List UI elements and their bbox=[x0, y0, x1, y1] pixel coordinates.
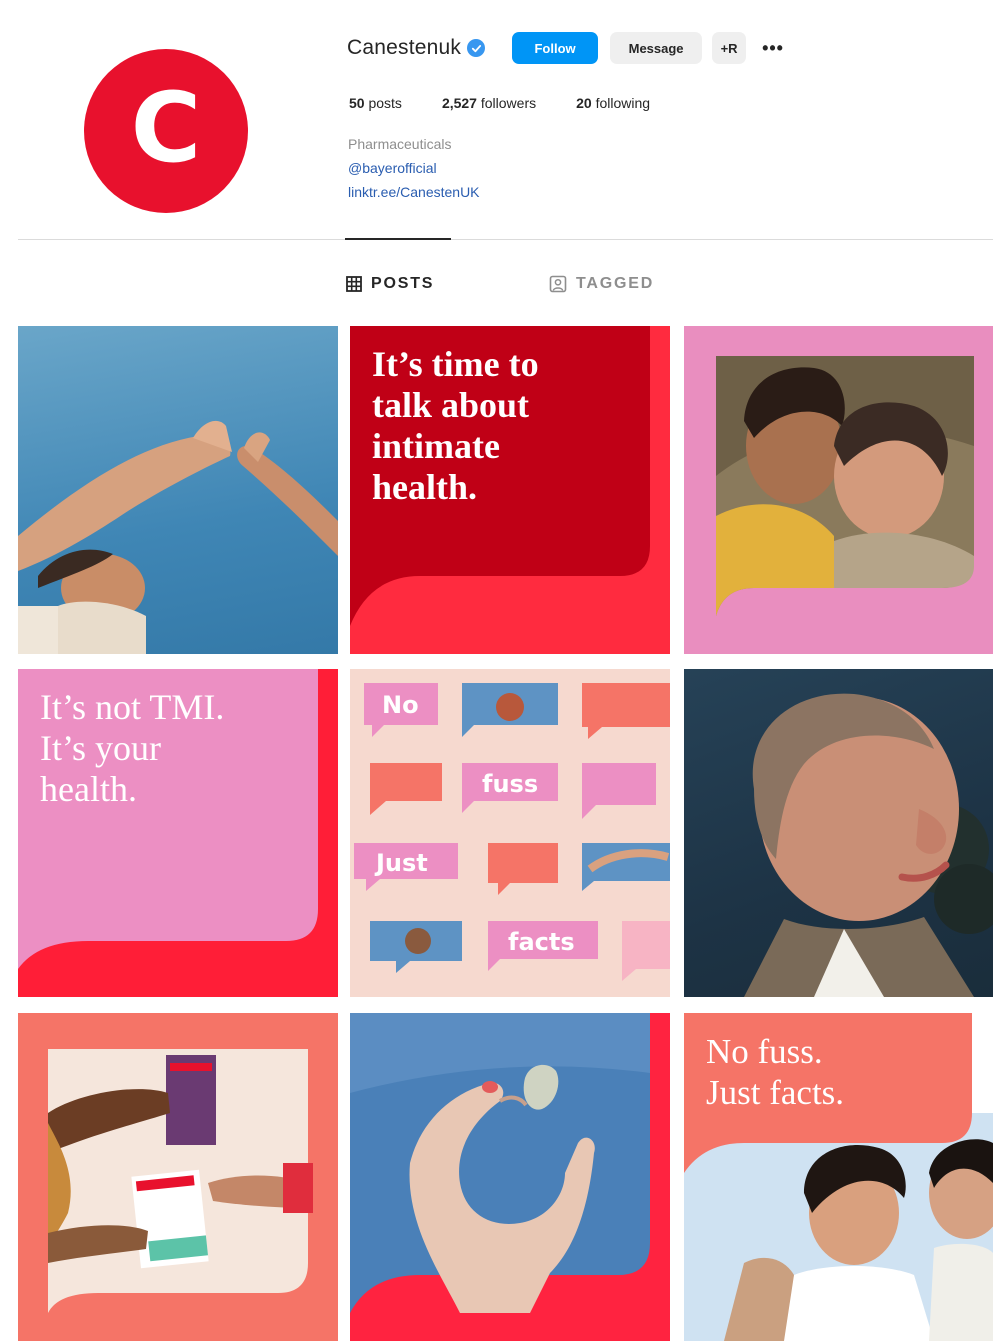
post-product-boxes[interactable] bbox=[18, 1013, 338, 1341]
bio-external-link[interactable]: linktr.ee/CanestenUK bbox=[348, 184, 480, 200]
tab-tagged[interactable]: TAGGED bbox=[549, 275, 654, 293]
headline-line: Just facts. bbox=[706, 1073, 845, 1112]
post-photo-products bbox=[48, 1049, 313, 1313]
more-options-icon[interactable]: ••• bbox=[762, 38, 784, 59]
bubble-word: fuss bbox=[482, 770, 539, 798]
followers-stat-label: followers bbox=[480, 95, 537, 111]
bubble-word: Just bbox=[376, 849, 428, 877]
posts-count: 50 bbox=[349, 95, 365, 111]
post-hands-reaching[interactable] bbox=[18, 326, 338, 654]
bio-category: Pharmaceuticals bbox=[348, 136, 452, 152]
headline-line: It’s not TMI. bbox=[40, 687, 225, 727]
profile-avatar[interactable]: C bbox=[84, 49, 248, 213]
verified-badge-icon bbox=[467, 39, 486, 57]
tab-tagged-label: TAGGED bbox=[576, 275, 655, 292]
following-stat-label: following bbox=[595, 95, 651, 111]
profile-username: Canestenuk bbox=[347, 36, 462, 59]
post-talk-intimate-health[interactable]: It’s time to talk about intimate health. bbox=[350, 326, 670, 654]
profile-stats: 50 posts 2,527 followers 20 following bbox=[349, 95, 690, 111]
post-photo-woman-sun bbox=[744, 693, 993, 997]
followers-count: 2,527 bbox=[441, 95, 477, 111]
post-headline: No fuss. Just facts. bbox=[706, 1031, 844, 1113]
bubble-word: facts bbox=[508, 928, 575, 956]
following-count: 20 bbox=[576, 95, 592, 111]
post-not-tmi[interactable]: It’s not TMI. It’s your health. bbox=[18, 669, 338, 997]
tab-posts[interactable]: POSTS bbox=[346, 275, 434, 293]
post-no-fuss-bubbles[interactable]: No fuss Just facts bbox=[350, 669, 670, 997]
profile-top-row: Canestenuk Follow Message +R ••• bbox=[347, 28, 784, 68]
followers-stat[interactable]: 2,527 followers bbox=[442, 95, 536, 111]
post-headline: It’s time to talk about intimate health. bbox=[372, 344, 539, 508]
avatar-logo-letter: C bbox=[130, 72, 202, 184]
message-button[interactable]: Message bbox=[610, 32, 703, 64]
tab-posts-label: POSTS bbox=[371, 275, 435, 292]
post-smiling-woman-portrait[interactable] bbox=[684, 669, 993, 997]
following-stat[interactable]: 20 following bbox=[576, 95, 650, 111]
tagged-user-icon bbox=[549, 275, 567, 293]
headline-line: intimate bbox=[372, 426, 500, 466]
post-hand-holding-capsule[interactable] bbox=[350, 1013, 670, 1341]
headline-line: talk about bbox=[372, 385, 530, 425]
suggested-accounts-button[interactable]: +R bbox=[712, 32, 747, 64]
posts-stat[interactable]: 50 posts bbox=[349, 95, 402, 111]
post-headline: It’s not TMI. It’s your health. bbox=[40, 687, 224, 810]
post-photo-capsule bbox=[350, 1013, 650, 1313]
posts-stat-label: posts bbox=[368, 95, 402, 111]
post-photo-hands bbox=[18, 420, 338, 654]
follow-button[interactable]: Follow bbox=[512, 32, 599, 64]
active-tab-indicator bbox=[345, 238, 451, 240]
headline-line: health. bbox=[40, 769, 137, 809]
headline-line: health. bbox=[372, 467, 478, 507]
tabs-divider bbox=[18, 239, 993, 240]
post-no-fuss-just-facts[interactable]: No fuss. Just facts. bbox=[684, 1013, 993, 1341]
headline-line: No fuss. bbox=[706, 1032, 823, 1071]
post-two-women-portrait[interactable] bbox=[684, 326, 993, 654]
headline-line: It’s your bbox=[40, 728, 161, 768]
bio-tagged-account-link[interactable]: @bayerofficial bbox=[348, 160, 437, 176]
headline-line: It’s time to bbox=[372, 344, 539, 384]
post-photo-women bbox=[716, 356, 974, 616]
bubble-word: No bbox=[382, 691, 419, 719]
grid-icon bbox=[346, 276, 362, 292]
